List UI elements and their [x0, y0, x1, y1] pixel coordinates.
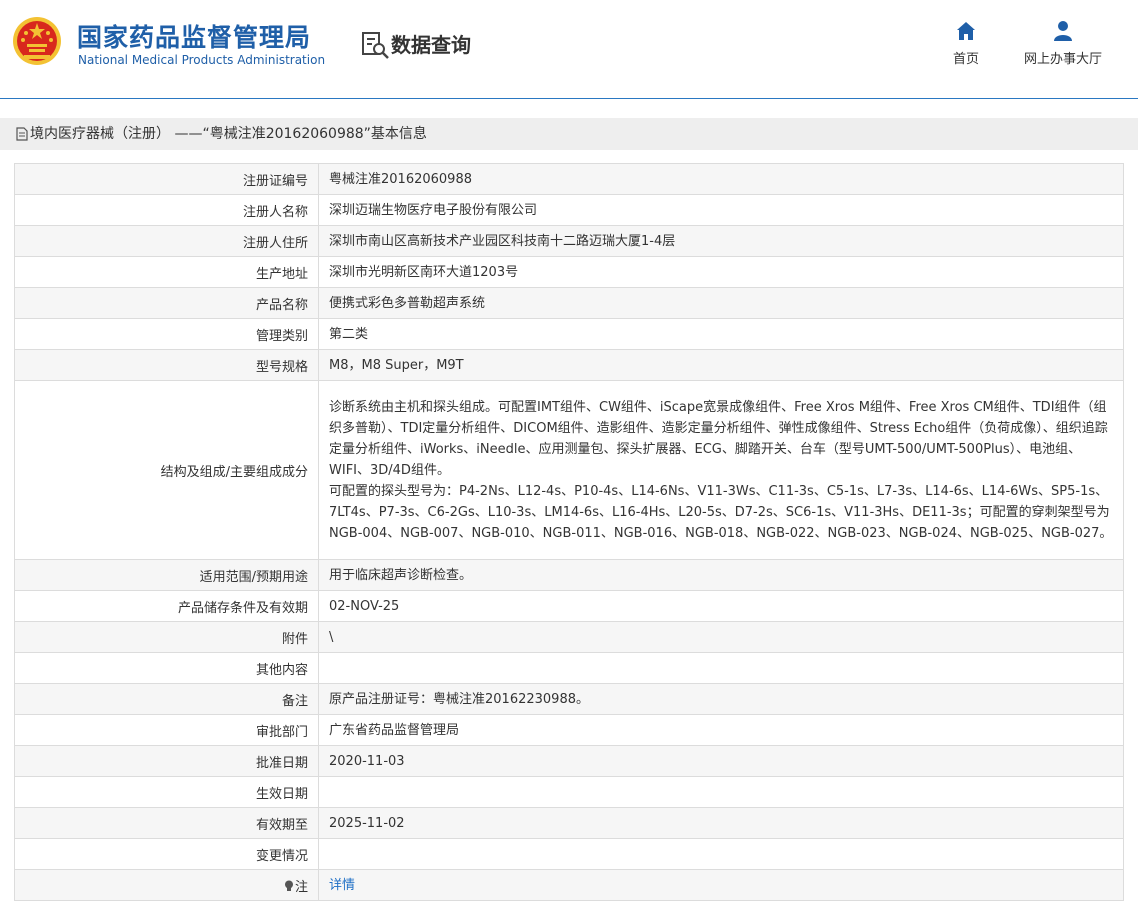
table-row: 附件 \: [14, 621, 1124, 653]
table-row: 注册人名称 深圳迈瑞生物医疗电子股份有限公司: [14, 194, 1124, 226]
table-row: 注 详情: [14, 869, 1124, 901]
table-row: 注册人住所 深圳市南山区高新技术产业园区科技南十二路迈瑞大厦1-4层: [14, 225, 1124, 257]
data-query-label: 数据查询: [391, 33, 471, 57]
note-label: 注: [294, 879, 308, 895]
row-value: 深圳迈瑞生物医疗电子股份有限公司: [318, 194, 1124, 226]
table-row: 注册证编号 粤械注准20162060988: [14, 163, 1124, 195]
table-row: 管理类别 第二类: [14, 318, 1124, 350]
national-emblem-icon: [13, 17, 61, 65]
row-label: 附件: [14, 621, 319, 653]
row-value: 便携式彩色多普勒超声系统: [318, 287, 1124, 319]
row-label: 其他内容: [14, 652, 319, 684]
row-label: 注册人名称: [14, 194, 319, 226]
row-label: 产品储存条件及有效期: [14, 590, 319, 622]
table-row: 生产地址 深圳市光明新区南环大道1203号: [14, 256, 1124, 288]
row-value: 广东省药品监督管理局: [318, 714, 1124, 746]
table-row: 审批部门 广东省药品监督管理局: [14, 714, 1124, 746]
table-row: 变更情况: [14, 838, 1124, 870]
row-value: 02-NOV-25: [318, 590, 1124, 622]
row-value: 2020-11-03: [318, 745, 1124, 777]
row-value: M8，M8 Super，M9T: [318, 349, 1124, 381]
table-row: 适用范围/预期用途 用于临床超声诊断检查。: [14, 559, 1124, 591]
row-label: 适用范围/预期用途: [14, 559, 319, 591]
table-row: 备注 原产品注册证号：粤械注准20162230988。: [14, 683, 1124, 715]
nav-home[interactable]: 首页: [946, 20, 986, 67]
row-value: [318, 652, 1124, 684]
row-value: 粤械注准20162060988: [318, 163, 1124, 195]
row-value: 深圳市南山区高新技术产业园区科技南十二路迈瑞大厦1-4层: [318, 225, 1124, 257]
row-label: 审批部门: [14, 714, 319, 746]
nav-hall-label: 网上办事大厅: [1023, 52, 1102, 67]
document-icon: [16, 127, 28, 141]
row-value: [318, 838, 1124, 870]
probe-models-text: 可配置的探头型号为：P4-2Ns、L12-4s、P10-4s、L14-6Ns、V…: [329, 483, 1113, 541]
table-row: 产品储存条件及有效期 02-NOV-25: [14, 590, 1124, 622]
nav-home-label: 首页: [952, 52, 979, 67]
row-label: 注册证编号: [14, 163, 319, 195]
row-label: 生效日期: [14, 776, 319, 808]
site-header: 国家药品监督管理局 National Medical Products Admi…: [0, 0, 1138, 99]
row-label: 产品名称: [14, 287, 319, 319]
row-value: [318, 776, 1124, 808]
row-value: 深圳市光明新区南环大道1203号: [318, 256, 1124, 288]
data-query-icon: [362, 32, 389, 59]
lightbulb-icon: [284, 880, 293, 891]
row-label: 生产地址: [14, 256, 319, 288]
row-value: 诊断系统由主机和探头组成。可配置IMT组件、CW组件、iScape宽景成像组件、…: [318, 380, 1124, 560]
home-icon: [957, 22, 975, 40]
row-value: \: [318, 621, 1124, 653]
table-row: 生效日期: [14, 776, 1124, 808]
row-label: 变更情况: [14, 838, 319, 870]
row-label: 备注: [14, 683, 319, 715]
row-value: 第二类: [318, 318, 1124, 350]
details-link[interactable]: 详情: [329, 878, 355, 893]
brand-subtitle: National Medical Products Administration: [78, 53, 326, 67]
table-row: 有效期至 2025-11-02: [14, 807, 1124, 839]
row-value: 详情: [318, 869, 1124, 901]
structure-components-text: 诊断系统由主机和探头组成。可配置IMT组件、CW组件、iScape宽景成像组件、…: [329, 399, 1108, 478]
row-label: 有效期至: [14, 807, 319, 839]
row-label: 注册人住所: [14, 225, 319, 257]
table-row: 其他内容: [14, 652, 1124, 684]
table-row: 型号规格 M8，M8 Super，M9T: [14, 349, 1124, 381]
row-label-note: 注: [14, 869, 319, 901]
row-value: 2025-11-02: [318, 807, 1124, 839]
table-row: 批准日期 2020-11-03: [14, 745, 1124, 777]
table-row: 产品名称 便携式彩色多普勒超声系统: [14, 287, 1124, 319]
table-row: 结构及组成/主要组成成分 诊断系统由主机和探头组成。可配置IMT组件、CW组件、…: [14, 380, 1124, 560]
user-icon: [1054, 21, 1072, 41]
row-label: 结构及组成/主要组成成分: [14, 380, 319, 560]
brand-title: 国家药品监督管理局: [77, 23, 312, 52]
section-title: 境内医疗器械（注册） ——“粤械注准20162060988”基本信息: [30, 126, 427, 142]
registration-info-table: 注册证编号 粤械注准20162060988 注册人名称 深圳迈瑞生物医疗电子股份…: [14, 163, 1124, 901]
row-label: 批准日期: [14, 745, 319, 777]
row-value: 原产品注册证号：粤械注准20162230988。: [318, 683, 1124, 715]
row-label: 管理类别: [14, 318, 319, 350]
nav-online-service-hall[interactable]: 网上办事大厅: [1018, 20, 1108, 67]
row-label: 型号规格: [14, 349, 319, 381]
section-title-bar: 境内医疗器械（注册） ——“粤械注准20162060988”基本信息: [0, 118, 1138, 150]
row-value: 用于临床超声诊断检查。: [318, 559, 1124, 591]
